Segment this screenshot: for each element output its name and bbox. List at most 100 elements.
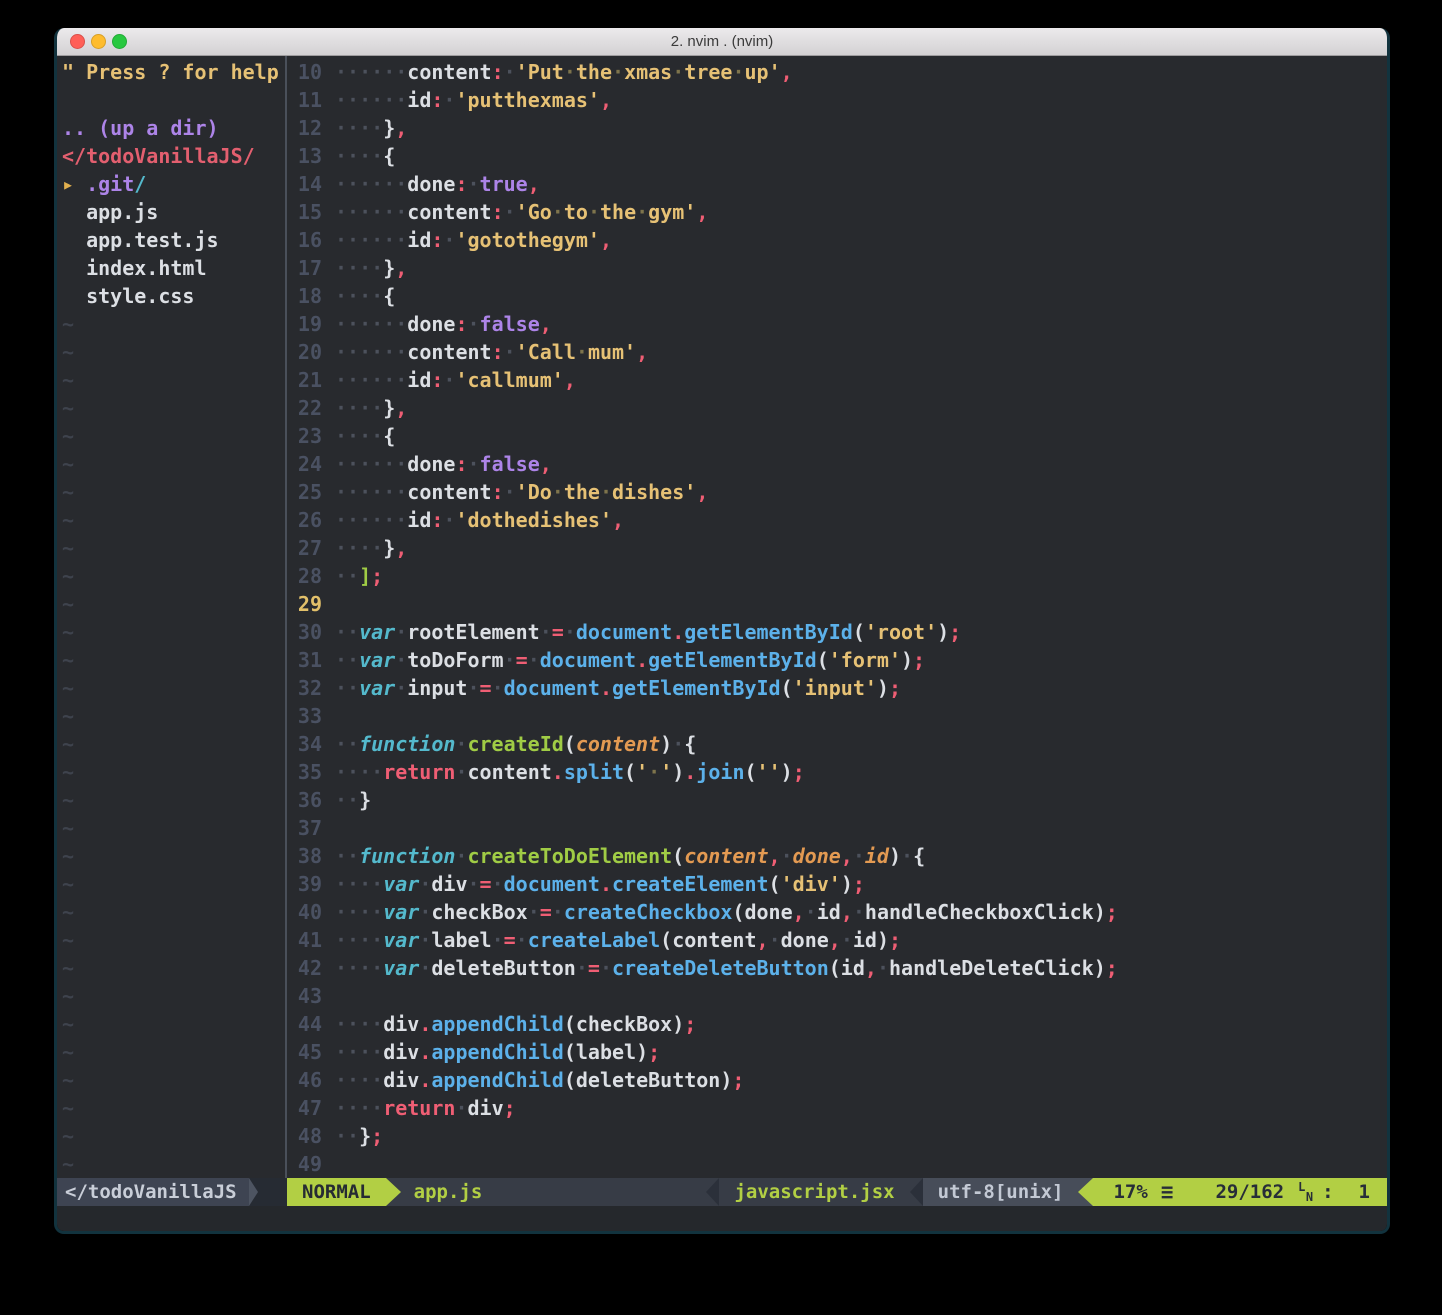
code-line-15[interactable]: 15······content:·'Go·to·the·gym',	[287, 198, 1387, 226]
statusline-filetype: javascript.jsx	[719, 1178, 909, 1206]
sidebar-item-style-css[interactable]: style.css	[57, 282, 285, 310]
code-text: ····{	[335, 422, 395, 450]
code-line-16[interactable]: 16······id:·'gotothegym',	[287, 226, 1387, 254]
line-number: 31	[287, 646, 322, 674]
terminal-window: 2. nvim . (nvim) " Press ? for help.. (u…	[54, 28, 1390, 1234]
code-line-41[interactable]: 41····var·label·=·createLabel(content,·d…	[287, 926, 1387, 954]
code-text: ····return·div;	[335, 1094, 516, 1122]
code-line-10[interactable]: 10······content:·'Put·the·xmas·tree·up',	[287, 58, 1387, 86]
line-number: 29	[287, 590, 322, 618]
statusline-separator: :	[1322, 1178, 1333, 1206]
code-line-36[interactable]: 36··}	[287, 786, 1387, 814]
code-text: ····},	[335, 254, 407, 282]
empty-buffer-line: ~	[57, 1038, 285, 1066]
statusline-encoding: utf-8[unix]	[923, 1178, 1079, 1206]
line-number: 41	[287, 926, 322, 954]
desktop: { "window": { "title": "2. nvim . (nvim)…	[0, 0, 1442, 1315]
code-line-40[interactable]: 40····var·checkBox·=·createCheckbox(done…	[287, 898, 1387, 926]
code-text: ······done:·false,	[335, 450, 552, 478]
code-text: ····{	[335, 282, 395, 310]
line-number: 38	[287, 842, 322, 870]
line-number: 14	[287, 170, 322, 198]
code-line-39[interactable]: 39····var·div·=·document.createElement('…	[287, 870, 1387, 898]
code-line-25[interactable]: 25······content:·'Do·the·dishes',	[287, 478, 1387, 506]
code-text: ······done:·false,	[335, 310, 552, 338]
code-line-32[interactable]: 32··var·input·=·document.getElementById(…	[287, 674, 1387, 702]
line-number: 33	[287, 702, 322, 730]
line-number: 20	[287, 338, 322, 366]
powerline-arrow-icon	[706, 1178, 719, 1206]
empty-buffer-line: ~	[57, 310, 285, 338]
code-line-28[interactable]: 28··];	[287, 562, 1387, 590]
code-line-20[interactable]: 20 ······content:·'Call·mum',	[287, 338, 1387, 366]
code-text: ····div.appendChild(checkBox);	[335, 1010, 696, 1038]
empty-buffer-line: ~	[57, 618, 285, 646]
code-line-24[interactable]: 24······done:·false,	[287, 450, 1387, 478]
mode-indicator: NORMAL	[287, 1178, 386, 1206]
line-number: 12	[287, 114, 322, 142]
code-line-11[interactable]: 11······id:·'putthexmas',	[287, 86, 1387, 114]
code-line-48[interactable]: 48··};	[287, 1122, 1387, 1150]
sidebar-current-dir[interactable]: </todoVanillaJS/	[57, 142, 285, 170]
line-number: 19	[287, 310, 322, 338]
sidebar-item-app-test-js[interactable]: app.test.js	[57, 226, 285, 254]
code-text: ··function·createId(content)·{	[335, 730, 696, 758]
empty-buffer-line: ~	[57, 898, 285, 926]
code-line-17[interactable]: 17····},	[287, 254, 1387, 282]
code-line-43[interactable]: 43	[287, 982, 1387, 1010]
code-line-38[interactable]: 38··function·createToDoElement(content,·…	[287, 842, 1387, 870]
line-number: 22	[287, 394, 322, 422]
netrw-file-tree[interactable]: " Press ? for help.. (up a dir)</todoVan…	[57, 56, 285, 1178]
sidebar-item-git-dir[interactable]: ▸ .git/	[57, 170, 285, 198]
titlebar[interactable]: 2. nvim . (nvim)	[57, 28, 1387, 56]
empty-buffer-line: ~	[57, 394, 285, 422]
code-text: ······id:·'callmum',	[335, 366, 576, 394]
line-number: 47	[287, 1094, 322, 1122]
empty-buffer-line: ~	[57, 758, 285, 786]
code-line-29[interactable]: 29	[287, 590, 1387, 618]
sidebar-item-up-dir[interactable]: .. (up a dir)	[57, 114, 285, 142]
code-line-27[interactable]: 27····},	[287, 534, 1387, 562]
powerline-arrow-icon	[1078, 1178, 1093, 1206]
code-buffer[interactable]: 10······content:·'Put·the·xmas·tree·up',…	[287, 56, 1387, 1178]
netrw-blank-line	[57, 86, 285, 114]
code-line-46[interactable]: 46····div.appendChild(deleteButton);	[287, 1066, 1387, 1094]
code-line-23[interactable]: 23····{	[287, 422, 1387, 450]
code-line-18[interactable]: 18····{	[287, 282, 1387, 310]
code-line-22[interactable]: 22····},	[287, 394, 1387, 422]
code-line-34[interactable]: 34··function·createId(content)·{	[287, 730, 1387, 758]
code-line-37[interactable]: 37	[287, 814, 1387, 842]
code-line-45[interactable]: 45····div.appendChild(label);	[287, 1038, 1387, 1066]
line-number: 25	[287, 478, 322, 506]
code-line-30[interactable]: 30··var·rootElement·=·document.getElemen…	[287, 618, 1387, 646]
powerline-arrow-icon	[910, 1178, 923, 1206]
code-text: ····var·checkBox·=·createCheckbox(done,·…	[335, 898, 1118, 926]
empty-buffer-line: ~	[57, 842, 285, 870]
code-line-12[interactable]: 12····},	[287, 114, 1387, 142]
line-number: 49	[287, 1150, 322, 1178]
code-line-19[interactable]: 19 ······done:·false,	[287, 310, 1387, 338]
code-line-42[interactable]: 42····var·deleteButton·=·createDeleteBut…	[287, 954, 1387, 982]
statusline-column: 1	[1359, 1178, 1370, 1206]
code-line-35[interactable]: 35····return·content.split('·').join('')…	[287, 758, 1387, 786]
line-number: 35	[287, 758, 322, 786]
empty-buffer-line: ~	[57, 590, 285, 618]
code-line-33[interactable]: 33	[287, 702, 1387, 730]
powerline-arrow-icon	[249, 1178, 258, 1206]
window-title: 2. nvim . (nvim)	[57, 33, 1387, 50]
sidebar-item-app-js[interactable]: app.js	[57, 198, 285, 226]
line-number: 36	[287, 786, 322, 814]
code-text: ····div.appendChild(deleteButton);	[335, 1066, 744, 1094]
code-line-14[interactable]: 14······done:·true,	[287, 170, 1387, 198]
code-line-26[interactable]: 26······id:·'dothedishes',	[287, 506, 1387, 534]
code-line-13[interactable]: 13····{	[287, 142, 1387, 170]
code-text: ······content:·'Call·mum',	[335, 338, 648, 366]
code-line-47[interactable]: 47 ····return·div;	[287, 1094, 1387, 1122]
code-line-21[interactable]: 21······id:·'callmum',	[287, 366, 1387, 394]
code-line-44[interactable]: 44····div.appendChild(checkBox);	[287, 1010, 1387, 1038]
empty-buffer-line: ~	[57, 702, 285, 730]
code-line-49[interactable]: 49	[287, 1150, 1387, 1178]
sidebar-item-index-html[interactable]: index.html	[57, 254, 285, 282]
empty-buffer-line: ~	[57, 786, 285, 814]
code-line-31[interactable]: 31··var·toDoForm·=·document.getElementBy…	[287, 646, 1387, 674]
